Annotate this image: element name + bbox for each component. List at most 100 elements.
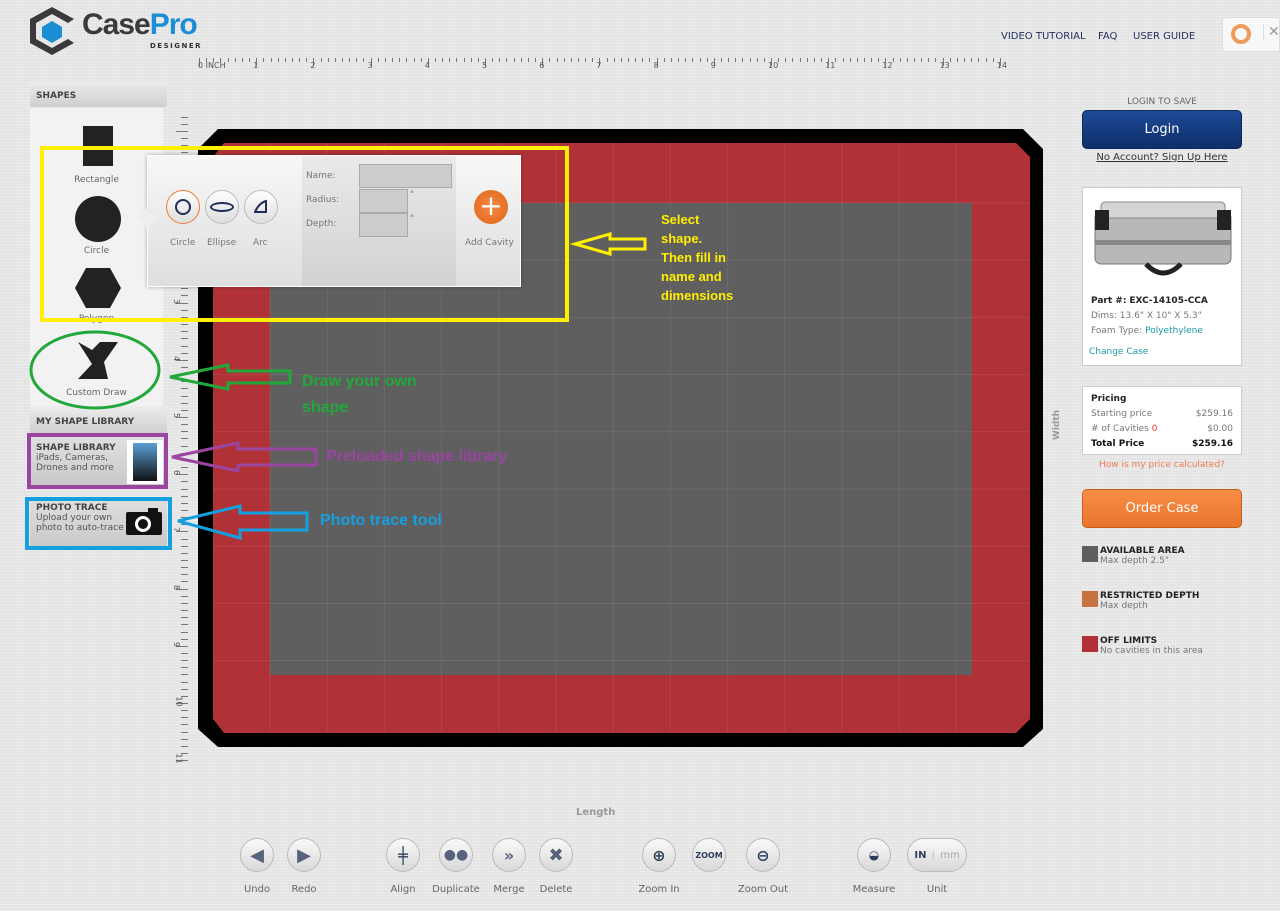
merge-button[interactable]: » [492, 838, 526, 872]
ruler-tick [506, 58, 508, 62]
ruler-tick [492, 58, 494, 62]
ruler-tick [181, 481, 188, 483]
refresh-icon[interactable] [1231, 24, 1251, 44]
starting-price: $259.16 [1195, 409, 1233, 419]
ruler-label: 10 [174, 696, 184, 707]
ruler-tick [181, 488, 188, 490]
ruler-tick [892, 58, 894, 62]
redo-button[interactable]: ▶ [287, 838, 321, 872]
price-calc-link[interactable]: How is my price calculated? [1082, 460, 1242, 470]
ruler-tick [628, 58, 629, 62]
ruler-label: 14 [996, 61, 1007, 70]
undo-button[interactable]: ◀ [240, 838, 274, 872]
ruler-tick [181, 667, 188, 669]
ruler-tick [735, 58, 737, 62]
ruler-tick [320, 58, 322, 62]
legend-restricted: RESTRICTED DEPTH Max depth [1100, 591, 1199, 611]
nav-faq[interactable]: FAQ [1098, 31, 1117, 42]
cavities-label: # of Cavities [1091, 424, 1149, 434]
ruler-label: 13 [939, 61, 950, 70]
ruler-tick [181, 424, 188, 426]
ruler-tick [263, 58, 265, 62]
my-library-header[interactable]: MY SHAPE LIBRARY [30, 407, 167, 433]
align-button[interactable]: ╪ [386, 838, 420, 872]
ruler-tick [181, 660, 188, 662]
ruler-label: 9 [172, 641, 182, 647]
ruler-tick [706, 58, 708, 62]
annotation-photo: Photo trace tool [320, 512, 442, 529]
signup-link[interactable]: No Account? Sign Up Here [1082, 152, 1242, 163]
order-case-button[interactable]: Order Case [1082, 489, 1242, 528]
foam-label: Foam Type: [1091, 326, 1143, 336]
zoom-in-button[interactable]: ⊕ [642, 838, 676, 872]
unit-mm[interactable]: mm [940, 850, 959, 861]
ruler-tick [549, 58, 551, 62]
ruler-tick [181, 409, 188, 411]
change-case-link[interactable]: Change Case [1089, 347, 1148, 357]
ruler-tick [456, 58, 458, 62]
ruler-tick [849, 58, 851, 62]
ruler-tick [176, 131, 188, 132]
legend-swatch-available [1082, 546, 1098, 562]
ruler-tick [742, 58, 744, 62]
zoom-fit-label: ZOOM [695, 850, 723, 860]
merge-icon: » [503, 845, 515, 865]
ruler-tick [813, 58, 815, 62]
ruler-tick [978, 58, 980, 62]
ruler-tick [181, 366, 188, 368]
legend-title: AVAILABLE AREA [1100, 546, 1185, 556]
ruler-label: 7 [172, 527, 182, 533]
nav-video-tutorial[interactable]: VIDEO TUTORIAL [1001, 31, 1086, 42]
ruler-label: 5 [172, 412, 182, 419]
close-icon[interactable]: ✕ [1263, 24, 1280, 40]
ruler-tick [835, 58, 837, 62]
ruler-label: 4 [172, 355, 182, 361]
ruler-tick [181, 395, 188, 397]
ruler-tick [181, 710, 188, 712]
starting-price-label: Starting price [1091, 409, 1153, 419]
zoom-out-label: Zoom Out [737, 884, 789, 895]
ruler-tick [306, 58, 308, 62]
widget-tab[interactable]: ✕ [1222, 17, 1280, 52]
zoom-in-label: Zoom In [638, 884, 680, 895]
duplicate-icon: ●● [443, 847, 469, 863]
ruler-tick [470, 58, 472, 62]
unit-toggle[interactable]: IN | mm [907, 838, 967, 872]
nav-user-guide[interactable]: USER GUIDE [1133, 31, 1195, 42]
undo-icon: ◀ [250, 844, 264, 866]
ruler-tick [299, 58, 301, 62]
ruler-tick [477, 58, 479, 62]
ruler-tick [356, 58, 358, 62]
ruler-tick [181, 724, 188, 726]
custom-draw-shape[interactable] [78, 342, 118, 380]
zoom-out-button[interactable]: ⊖ [746, 838, 780, 872]
annotation-line: name and [661, 269, 722, 284]
ruler-tick [527, 58, 529, 62]
logo-icon [30, 7, 74, 55]
ruler-tick [420, 58, 422, 62]
ruler-tick [181, 324, 188, 326]
pricing-card: Pricing Starting price $259.16 # of Cavit… [1082, 386, 1242, 455]
ruler-tick [181, 452, 188, 454]
measure-button[interactable]: ◒ [857, 838, 891, 872]
ruler-tick [585, 58, 587, 62]
ruler-tick [181, 459, 188, 461]
ruler-tick [270, 58, 272, 62]
ruler-tick [181, 495, 188, 497]
case-image [1094, 201, 1232, 276]
login-button[interactable]: Login [1082, 110, 1242, 149]
unit-in[interactable]: IN [914, 850, 926, 861]
ruler-tick [749, 58, 751, 62]
duplicate-button[interactable]: ●● [439, 838, 473, 872]
ruler-tick [956, 58, 958, 62]
legend-desc: Max depth 2.5" [1100, 556, 1169, 566]
ruler-tick [863, 58, 865, 62]
ruler-tick [392, 58, 394, 62]
brand-b: Pro [149, 8, 198, 41]
ruler-tick [181, 638, 188, 640]
zoom-fit-button[interactable]: ZOOM [692, 838, 726, 872]
case-dims: Dims: 13.6" X 10" X 5.3" [1091, 311, 1202, 321]
ruler-label: 1 [253, 61, 259, 70]
annotation-line: dimensions [661, 288, 734, 303]
delete-button[interactable]: ✖ [539, 838, 573, 872]
